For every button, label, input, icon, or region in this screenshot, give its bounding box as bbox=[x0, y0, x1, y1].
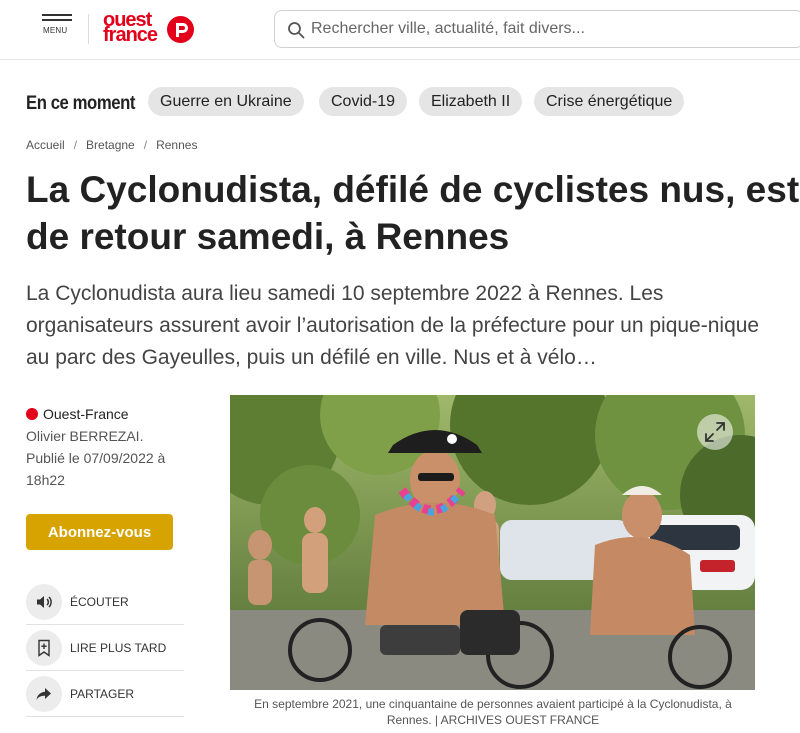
listen-label: ÉCOUTER bbox=[70, 595, 129, 609]
search-input[interactable] bbox=[311, 15, 791, 43]
trending-chip-covid[interactable]: Covid-19 bbox=[319, 87, 408, 116]
byline-date: Publié le 07/09/2022 à 18h22 bbox=[26, 450, 166, 488]
logo-text: ouest france bbox=[103, 10, 158, 46]
menu-icon-bar bbox=[42, 19, 72, 21]
article-photo[interactable] bbox=[230, 395, 755, 690]
menu-button[interactable]: MENU bbox=[42, 14, 74, 38]
breadcrumb-accueil[interactable]: Accueil bbox=[26, 138, 65, 152]
menu-icon bbox=[42, 14, 72, 16]
trending-chip-elizabeth[interactable]: Elizabeth II bbox=[419, 87, 523, 116]
trending-chip-ukraine[interactable]: Guerre en Ukraine bbox=[148, 87, 304, 116]
breadcrumb-separator: / bbox=[143, 138, 148, 152]
top-bar: MENU ouest france bbox=[0, 0, 800, 60]
byline-author: Olivier BERREZAI. bbox=[26, 428, 144, 444]
breadcrumb-rennes[interactable]: Rennes bbox=[156, 138, 197, 152]
read-later-label: LIRE PLUS TARD bbox=[70, 641, 167, 655]
read-later-button[interactable]: LIRE PLUS TARD bbox=[26, 625, 184, 671]
share-button[interactable]: PARTAGER bbox=[26, 671, 184, 717]
speaker-icon bbox=[26, 584, 62, 620]
article-photo-illustration bbox=[230, 395, 755, 690]
breadcrumb-separator: / bbox=[73, 138, 78, 152]
search-box[interactable] bbox=[274, 10, 800, 48]
byline: Ouest-France Olivier BERREZAI. Publié le… bbox=[26, 403, 206, 491]
search-icon bbox=[288, 22, 305, 39]
ouest-france-dot-icon bbox=[26, 408, 38, 420]
share-label: PARTAGER bbox=[70, 687, 135, 701]
logo-line-2: france bbox=[103, 24, 158, 46]
header-divider bbox=[88, 14, 89, 44]
trending-label: En ce moment bbox=[26, 93, 136, 114]
article-title: La Cyclonudista, défilé de cyclistes nus… bbox=[26, 169, 800, 257]
subscribe-button[interactable]: Abonnez-vous bbox=[26, 514, 173, 550]
ouest-france-logo[interactable]: ouest france bbox=[103, 10, 195, 47]
listen-button[interactable]: ÉCOUTER bbox=[26, 579, 184, 625]
menu-label: MENU bbox=[43, 26, 68, 35]
logo-disc-icon bbox=[167, 16, 194, 43]
expand-icon bbox=[705, 422, 725, 442]
bookmark-icon bbox=[26, 630, 62, 666]
byline-source-name: Ouest-France bbox=[43, 406, 129, 422]
photo-caption: En septembre 2021, une cinquantaine de p… bbox=[254, 697, 732, 727]
byline-source[interactable]: Ouest-France bbox=[26, 403, 206, 425]
breadcrumb-bretagne[interactable]: Bretagne bbox=[86, 138, 135, 152]
share-icon bbox=[26, 676, 62, 712]
breadcrumb: Accueil / Bretagne / Rennes bbox=[26, 138, 197, 152]
trending-chip-energy[interactable]: Crise énergétique bbox=[534, 87, 685, 116]
expand-image-button[interactable] bbox=[697, 414, 733, 450]
article-lead: La Cyclonudista aura lieu samedi 10 sept… bbox=[26, 282, 760, 369]
